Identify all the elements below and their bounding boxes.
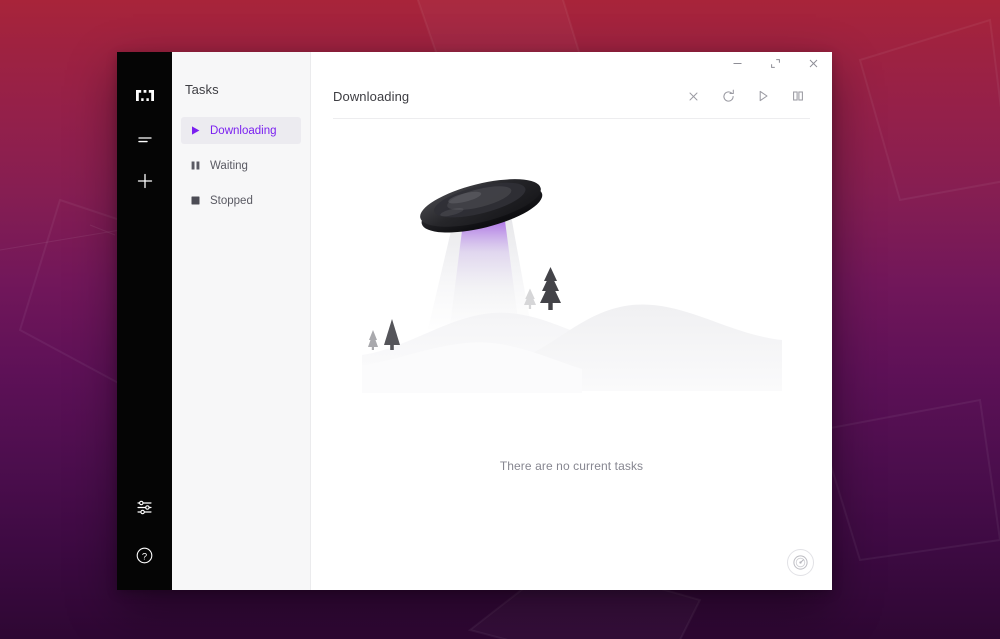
play-icon[interactable] <box>751 84 775 108</box>
pause-icon[interactable] <box>786 84 810 108</box>
tasks-sidebar: Tasks Downloading Waiting Stopped <box>172 52 311 590</box>
sidebar-item-label: Downloading <box>210 124 277 137</box>
nav-rail: ? <box>117 52 172 590</box>
close-button[interactable] <box>804 55 822 71</box>
maximize-button[interactable] <box>766 55 784 71</box>
pause-bars-icon <box>189 160 201 172</box>
refresh-icon[interactable] <box>716 84 740 108</box>
motrix-logo-icon <box>128 78 162 112</box>
sliders-settings-icon[interactable] <box>128 490 162 524</box>
empty-state: There are no current tasks <box>311 119 832 590</box>
play-triangle-icon <box>189 125 201 137</box>
hamburger-menu-icon[interactable] <box>128 124 162 158</box>
ufo-abducting-landscape-illustration <box>361 179 782 393</box>
page-title: Downloading <box>333 88 410 104</box>
speedometer-icon[interactable] <box>787 549 814 576</box>
tasks-heading: Tasks <box>185 82 219 97</box>
content-pane: Downloading There are no current tasks <box>311 52 832 590</box>
sidebar-item-waiting[interactable]: Waiting <box>181 152 301 179</box>
minimize-button[interactable] <box>728 55 746 71</box>
window-titlebar <box>311 52 832 74</box>
application-window: ? Tasks Downloading Waiting Stopped Down… <box>117 52 832 590</box>
header-actions <box>681 84 810 108</box>
empty-state-text: There are no current tasks <box>499 459 644 473</box>
content-header: Downloading <box>333 74 810 119</box>
stop-square-icon <box>189 195 201 207</box>
sidebar-item-stopped[interactable]: Stopped <box>181 187 301 214</box>
delete-task-button[interactable] <box>681 84 705 108</box>
question-mark-circle-icon[interactable]: ? <box>128 538 162 572</box>
sidebar-item-label: Waiting <box>210 159 248 172</box>
sidebar-item-downloading[interactable]: Downloading <box>181 117 301 144</box>
plus-icon[interactable] <box>128 164 162 198</box>
svg-text:?: ? <box>142 551 147 562</box>
sidebar-item-label: Stopped <box>210 194 253 207</box>
